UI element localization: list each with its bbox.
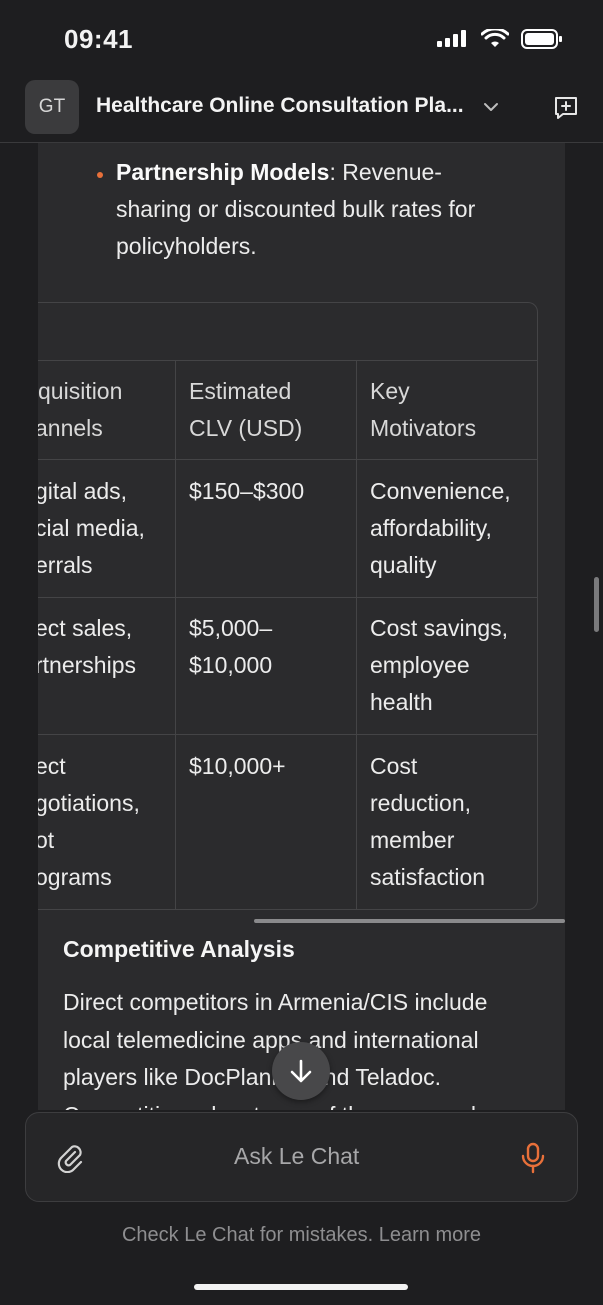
cell-line: $5,000– bbox=[189, 615, 273, 641]
header-line: Key bbox=[370, 378, 410, 404]
paperclip-icon[interactable] bbox=[55, 1143, 83, 1173]
header-line: annels bbox=[38, 415, 103, 441]
scroll-to-bottom-button[interactable] bbox=[272, 1042, 330, 1100]
cell-line: ot bbox=[38, 827, 55, 853]
cell-line: reduction, bbox=[370, 790, 472, 816]
wifi-icon bbox=[481, 29, 509, 47]
cell-line: ograms bbox=[38, 864, 112, 890]
bullet-line1: Revenue- bbox=[335, 159, 442, 185]
chat-header: GT Healthcare Online Consultation Pla... bbox=[0, 80, 603, 143]
arrow-down-icon bbox=[290, 1059, 312, 1083]
table-divider bbox=[38, 360, 537, 361]
table-divider bbox=[38, 459, 537, 460]
chevron-down-icon[interactable] bbox=[482, 98, 500, 116]
cell-line: member bbox=[370, 827, 455, 853]
table-divider bbox=[38, 734, 537, 735]
header-key-motivators: Key Motivators bbox=[370, 373, 476, 447]
table-horizontal-scrollbar[interactable] bbox=[254, 919, 565, 923]
left-gutter bbox=[0, 143, 38, 1110]
table-divider bbox=[356, 360, 357, 909]
header-line: Motivators bbox=[370, 415, 477, 441]
cell-line: rtnerships bbox=[38, 652, 136, 678]
cell-line: affordability, bbox=[370, 515, 492, 541]
chat-input-placeholder[interactable]: Ask Le Chat bbox=[234, 1143, 359, 1170]
vertical-scrollbar[interactable] bbox=[594, 577, 599, 632]
new-chat-icon[interactable] bbox=[552, 94, 580, 122]
table-divider bbox=[38, 597, 537, 598]
bullet-icon bbox=[97, 172, 103, 178]
clock: 09:41 bbox=[64, 24, 133, 54]
table-cell: ect sales, rtnerships bbox=[38, 610, 136, 684]
cell-line: gotiations, bbox=[38, 790, 140, 816]
customer-segments-table[interactable]: quisition annels Estimated CLV (USD) Key… bbox=[38, 302, 538, 910]
table-cell: $150–$300 bbox=[189, 473, 304, 510]
cell-line: satisfaction bbox=[370, 864, 486, 890]
cell-line: $150–$300 bbox=[189, 478, 305, 504]
cellular-signal-icon bbox=[437, 30, 466, 47]
cell-line: quality bbox=[370, 552, 437, 578]
avatar[interactable]: GT bbox=[25, 80, 79, 134]
status-icons bbox=[437, 28, 563, 50]
cell-line: ect bbox=[38, 753, 66, 779]
table-cell: Cost savings, employee health bbox=[370, 610, 508, 721]
disclaimer-text[interactable]: Check Le Chat for mistakes. Learn more bbox=[0, 1224, 603, 1247]
cell-line: Cost savings, bbox=[370, 615, 509, 641]
table-cell: Convenience, affordability, quality bbox=[370, 473, 511, 584]
table-cell: Cost reduction, member satisfaction bbox=[370, 748, 485, 896]
section-heading: Competitive Analysis bbox=[63, 936, 295, 962]
header-line: Estimated bbox=[189, 378, 292, 404]
bullet-line2: sharing or discounted bulk rates for bbox=[116, 196, 476, 222]
cell-line: ect sales, bbox=[38, 615, 133, 641]
header-estimated-clv: Estimated CLV (USD) bbox=[189, 373, 302, 447]
table-cell: ect gotiations, ot ograms bbox=[38, 748, 140, 896]
header-acquisition-channels: quisition annels bbox=[38, 373, 122, 447]
conversation-title[interactable]: Healthcare Online Consultation Pla... bbox=[96, 94, 464, 118]
paragraph-line: Direct competitors in Armenia/CIS includ… bbox=[63, 989, 488, 1015]
cell-line: health bbox=[370, 689, 433, 715]
cell-line: errals bbox=[38, 552, 93, 578]
cell-line: Cost bbox=[370, 753, 418, 779]
home-indicator[interactable] bbox=[194, 1284, 408, 1290]
cell-line: $10,000 bbox=[189, 652, 273, 678]
header-line: quisition bbox=[38, 378, 123, 404]
battery-icon bbox=[521, 29, 562, 49]
bullet-partnership-models: Partnership Models: Revenue- sharing or … bbox=[116, 154, 536, 265]
table-cell: gital ads, cial media, errals bbox=[38, 473, 145, 584]
bullet-line3: policyholders. bbox=[116, 233, 257, 259]
bullet-term: Partnership Models bbox=[116, 159, 330, 185]
cell-line: employee bbox=[370, 652, 470, 678]
microphone-icon[interactable] bbox=[521, 1142, 545, 1174]
cell-line: gital ads, bbox=[38, 478, 128, 504]
cell-line: cial media, bbox=[38, 515, 145, 541]
cell-line: $10,000+ bbox=[189, 753, 286, 779]
table-cell: $10,000+ bbox=[189, 748, 286, 785]
cell-line: Convenience, bbox=[370, 478, 511, 504]
header-line: CLV (USD) bbox=[189, 415, 303, 441]
table-cell: $5,000– $10,000 bbox=[189, 610, 272, 684]
table-divider bbox=[175, 360, 176, 909]
status-bar: 09:41 bbox=[0, 0, 603, 80]
